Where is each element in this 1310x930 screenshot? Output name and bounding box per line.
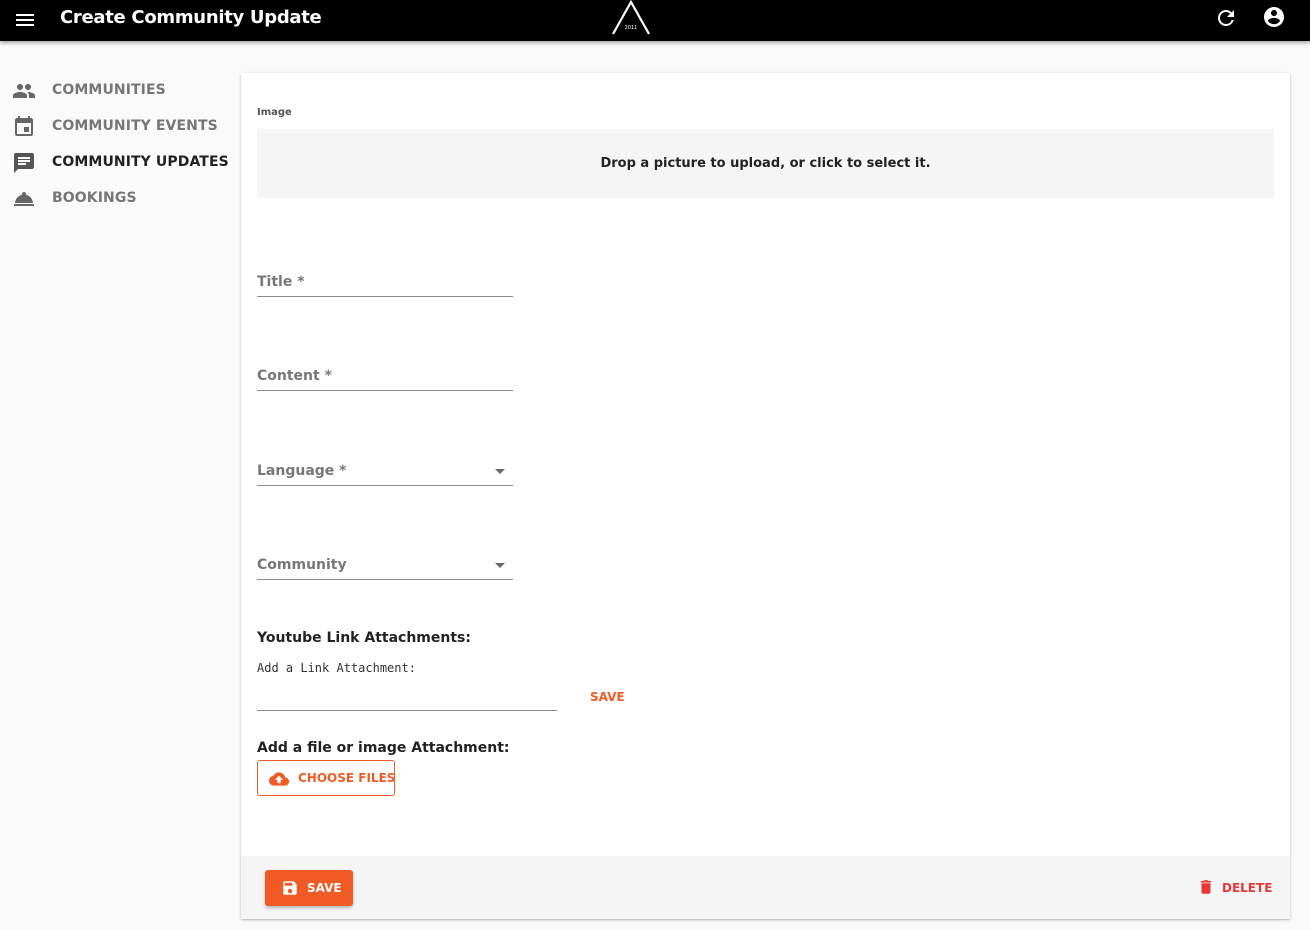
save-button[interactable]: SAVE <box>265 870 353 906</box>
sidebar-item-bookings[interactable]: BOOKINGS <box>0 180 230 216</box>
link-attachment-input[interactable] <box>257 685 557 711</box>
community-select-label: Community <box>257 557 347 573</box>
calendar-icon <box>12 115 36 139</box>
sidebar-item-community-events[interactable]: COMMUNITY EVENTS <box>0 108 230 144</box>
choose-files-button[interactable]: CHOOSE FILES <box>257 760 395 796</box>
save-icon <box>281 879 299 897</box>
room-service-icon <box>12 187 36 211</box>
sidebar-item-label: COMMUNITY UPDATES <box>52 154 229 170</box>
sidebar-item-community-updates[interactable]: COMMUNITY UPDATES <box>0 144 230 180</box>
form-actions: SAVE DELETE <box>241 856 1290 919</box>
link-attachment-hint: Add a Link Attachment: <box>257 661 416 675</box>
save-button-label: SAVE <box>307 881 342 895</box>
save-link-button[interactable]: SAVE <box>581 686 634 708</box>
sidebar-nav: COMMUNITIES COMMUNITY EVENTS COMMUNITY U… <box>0 72 230 216</box>
content-field[interactable]: Content * <box>257 351 513 391</box>
trash-icon <box>1197 878 1215 896</box>
file-attachment-heading: Add a file or image Attachment: <box>257 740 510 756</box>
delete-button-label: DELETE <box>1222 881 1273 895</box>
image-dropzone[interactable]: Drop a picture to upload, or click to se… <box>257 129 1274 198</box>
chevron-down-icon <box>495 469 505 474</box>
youtube-links-heading: Youtube Link Attachments: <box>257 630 471 646</box>
title-field-label: Title * <box>257 274 305 290</box>
community-select[interactable]: Community <box>257 540 513 580</box>
message-icon <box>12 151 36 175</box>
sidebar-item-label: COMMUNITY EVENTS <box>52 118 218 134</box>
title-field[interactable]: Title * <box>257 257 513 297</box>
brand-logo[interactable]: 2011 <box>611 0 651 36</box>
cloud-upload-icon <box>269 769 289 789</box>
sidebar-item-label: BOOKINGS <box>52 190 137 206</box>
logo-text: 2011 <box>625 25 638 31</box>
image-label: Image <box>257 107 292 118</box>
sidebar-item-label: COMMUNITIES <box>52 82 166 98</box>
update-form-card: Image Drop a picture to upload, or click… <box>241 73 1290 919</box>
app-bar: Create Community Update 2011 <box>0 0 1310 41</box>
language-select[interactable]: Language * <box>257 446 513 486</box>
sidebar-item-communities[interactable]: COMMUNITIES <box>0 72 230 108</box>
page-title: Create Community Update <box>60 7 322 28</box>
refresh-icon[interactable] <box>1214 6 1238 30</box>
language-select-label: Language * <box>257 463 347 479</box>
people-icon <box>12 79 36 103</box>
chevron-down-icon <box>495 563 505 568</box>
delete-button[interactable]: DELETE <box>1193 874 1272 902</box>
choose-files-label: CHOOSE FILES <box>298 771 396 785</box>
content-field-label: Content * <box>257 368 332 384</box>
menu-icon[interactable] <box>13 8 37 32</box>
account-circle-icon[interactable] <box>1262 5 1286 29</box>
